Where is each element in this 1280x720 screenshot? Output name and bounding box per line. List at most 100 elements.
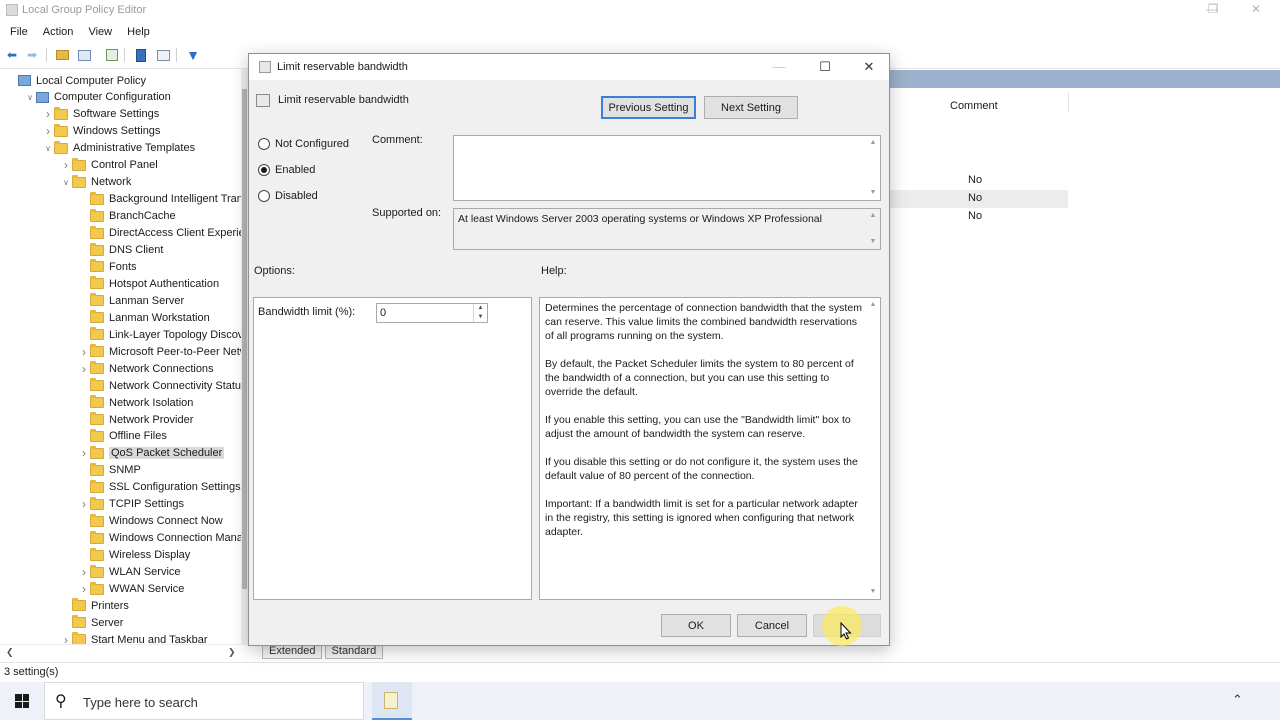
start-button[interactable] [0,682,44,720]
tree-item[interactable]: Network Connectivity Status [78,377,247,394]
tree-item[interactable]: SSL Configuration Settings [78,479,241,496]
next-setting-button[interactable]: Next Setting [704,96,798,119]
tree-item[interactable]: ∨ Network [60,174,131,191]
tab-extended[interactable]: Extended [262,644,323,659]
tree-item[interactable]: Windows Connection Manag [78,530,248,547]
spin-arrows-icon[interactable]: ▲ ▼ [473,304,487,322]
tree-item[interactable]: SNMP [78,462,141,479]
menu-action[interactable]: Action [37,23,80,41]
chevron-up-icon[interactable]: ⌃ [1232,692,1243,708]
close-icon[interactable]: ✕ [1236,2,1276,20]
maximize-icon[interactable]: ☐ [805,56,845,78]
tree-item[interactable]: ∨ Administrative Templates [42,140,195,157]
tree-item[interactable]: Network Isolation [78,394,193,411]
back-arrow-icon[interactable]: ⬅ [4,47,20,63]
supported-on-textbox[interactable]: At least Windows Server 2003 operating s… [453,208,881,250]
scroll-left-icon[interactable]: ❮ [6,647,14,658]
taskbar-app-policy-editor[interactable] [372,682,412,720]
tree-item[interactable]: › TCPIP Settings [78,496,184,513]
properties-icon[interactable] [155,47,171,63]
tree-horizontal-scrollbar[interactable]: ❮ ❯ [0,644,248,660]
radio-button[interactable] [258,164,270,176]
tree-item[interactable]: › QoS Packet Scheduler [78,445,225,462]
help-scrollbar[interactable]: ▲ ▼ [866,298,880,599]
help-panel[interactable]: Determines the percentage of connection … [539,297,881,600]
supported-scrollbar[interactable]: ▲ ▼ [866,209,880,249]
forward-arrow-icon[interactable]: ➡ [24,47,40,63]
help-book-icon[interactable] [133,47,149,63]
tree-item[interactable]: › Network Connections [78,360,214,377]
scroll-right-icon[interactable]: ❯ [228,647,236,658]
expand-chevron-icon[interactable]: ∨ [42,144,54,153]
tree-item[interactable]: DirectAccess Client Experienc [78,225,248,242]
scroll-up-icon[interactable]: ▲ [866,209,880,223]
show-hide-tree-icon[interactable] [76,47,92,63]
scrollbar-thumb[interactable] [242,89,247,589]
bandwidth-limit-spinbox[interactable]: 0 ▲ ▼ [376,303,488,323]
tree-item[interactable]: Link-Layer Topology Discove [78,326,248,343]
scroll-down-icon[interactable]: ▼ [866,585,880,599]
tree-item[interactable]: Windows Connect Now [78,513,223,530]
tree-item[interactable]: Lanman Workstation [78,309,210,326]
scroll-up-icon[interactable]: ▲ [866,136,880,150]
up-folder-icon[interactable] [54,47,70,63]
collapse-chevron-icon[interactable]: › [78,497,90,511]
tree-item[interactable]: Hotspot Authentication [78,275,219,292]
tree-item[interactable]: › WWAN Service [78,581,184,598]
comment-scrollbar[interactable]: ▲ ▼ [866,136,880,200]
tree-item[interactable]: › WLAN Service [78,564,181,581]
collapse-chevron-icon[interactable]: › [78,362,90,376]
collapse-chevron-icon[interactable]: › [60,158,72,172]
radio-button[interactable] [258,138,270,150]
menu-view[interactable]: View [82,23,118,41]
tree-item[interactable]: DNS Client [78,242,163,259]
cancel-button[interactable]: Cancel [737,614,807,637]
radio-disabled[interactable]: Disabled [258,190,318,202]
tree-item[interactable]: › Windows Settings [42,123,160,140]
menu-file[interactable]: File [4,23,34,41]
tree-item[interactable]: Fonts [78,258,137,275]
collapse-chevron-icon[interactable]: › [78,582,90,596]
expand-chevron-icon[interactable]: ∨ [60,178,72,187]
scroll-down-icon[interactable]: ▼ [866,235,880,249]
export-list-icon[interactable] [104,47,120,63]
expand-chevron-icon[interactable]: ∨ [24,93,36,102]
filter-icon[interactable]: ▼ [185,47,201,63]
tree-item[interactable]: Server [60,614,123,631]
column-divider[interactable] [1068,92,1069,112]
tree-item[interactable]: Background Intelligent Transf [78,191,248,208]
radio-not-configured[interactable]: Not Configured [258,138,349,150]
tree-item[interactable]: Wireless Display [78,547,190,564]
collapse-chevron-icon[interactable]: › [42,107,54,121]
restore-icon[interactable]: ❐ [1193,2,1233,20]
scroll-down-icon[interactable]: ▼ [866,186,880,200]
tree-item[interactable]: › Control Panel [60,157,158,174]
tree-item[interactable]: › Software Settings [42,106,159,123]
previous-setting-button[interactable]: Previous Setting [601,96,696,119]
tree-item[interactable]: Offline Files [78,428,167,445]
tree-item[interactable]: Local Computer Policy [6,72,146,89]
tree-item[interactable]: › Start Menu and Taskbar [60,631,208,645]
tree-item[interactable]: BranchCache [78,208,176,225]
comment-textbox[interactable]: ▲ ▼ [453,135,881,201]
tree-item[interactable]: ∨ Computer Configuration [24,89,171,106]
radio-enabled[interactable]: Enabled [258,164,315,176]
tab-standard[interactable]: Standard [324,644,384,659]
collapse-chevron-icon[interactable]: › [42,124,54,138]
tree-item[interactable]: Printers [60,597,129,614]
collapse-chevron-icon[interactable]: › [78,345,90,359]
collapse-chevron-icon[interactable]: › [78,565,90,579]
ok-button[interactable]: OK [661,614,731,637]
column-header-comment[interactable]: Comment [950,100,998,112]
menu-help[interactable]: Help [121,23,156,41]
tree-item[interactable]: Network Provider [78,411,193,428]
tree-item[interactable]: Lanman Server [78,292,184,309]
close-icon[interactable]: ✕ [849,56,889,78]
tree-item[interactable]: › Microsoft Peer-to-Peer Netw [78,343,248,360]
dialog-titlebar[interactable]: Limit reservable bandwidth — ☐ ✕ [249,54,889,80]
collapse-chevron-icon[interactable]: › [78,446,90,460]
taskbar-search-box[interactable]: ⚲ Type here to search [44,682,364,720]
scroll-up-icon[interactable]: ▲ [866,298,880,312]
tree-vertical-scrollbar[interactable] [241,69,248,644]
radio-button[interactable] [258,190,270,202]
